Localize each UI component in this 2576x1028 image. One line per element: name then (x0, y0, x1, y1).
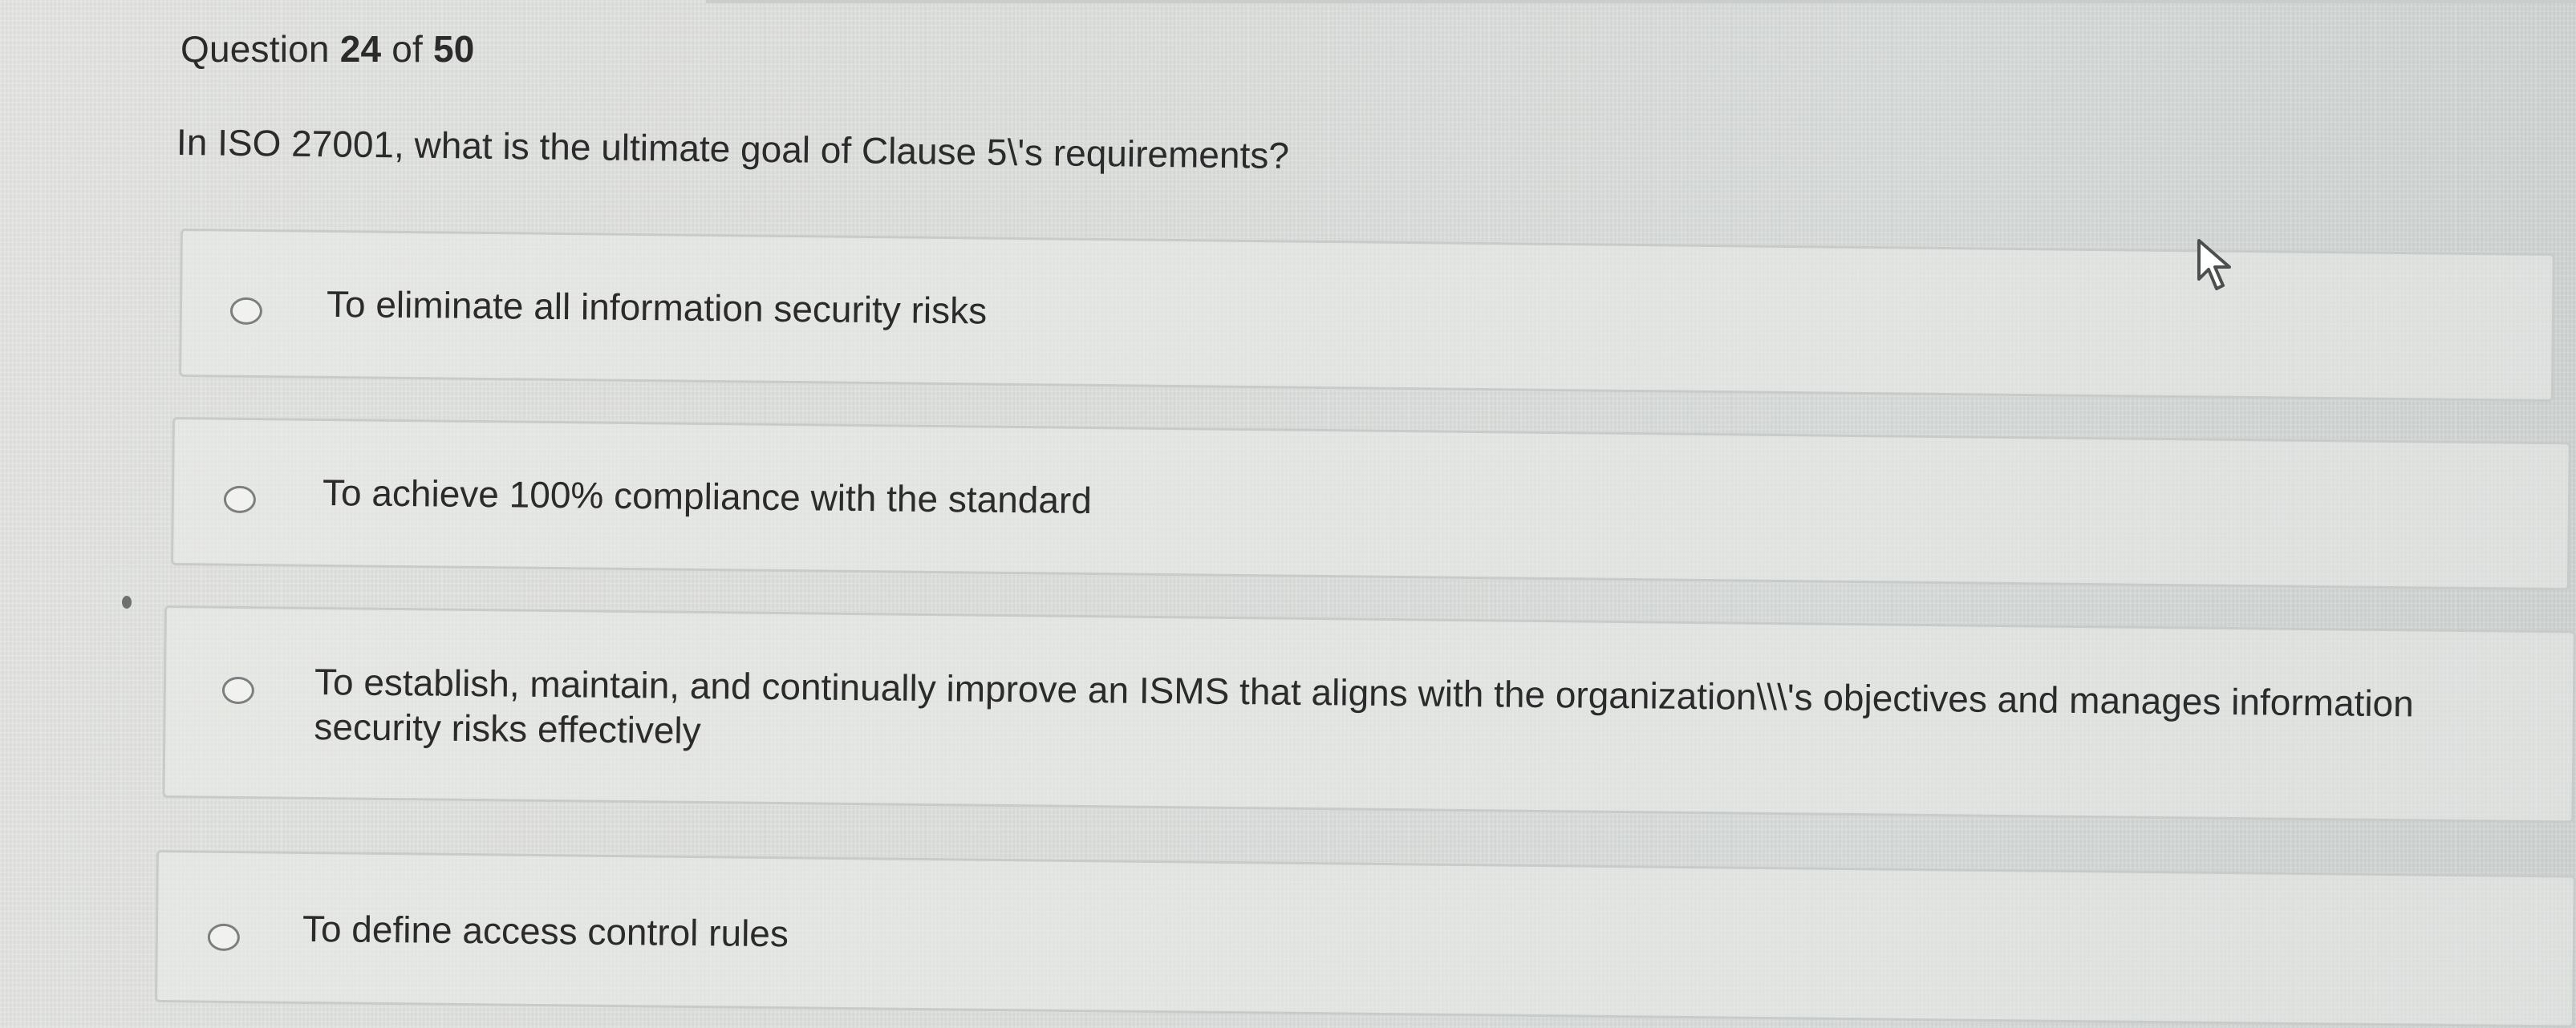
question-counter-separator: of (391, 28, 424, 70)
top-divider (706, 0, 2576, 3)
radio-button-4[interactable] (207, 923, 241, 952)
answer-option-3[interactable]: To establish, maintain, and continually … (162, 605, 2576, 824)
answer-option-4-label: To define access control rules (302, 907, 789, 955)
question-current-number: 24 (339, 28, 382, 70)
edge-marker (122, 596, 132, 609)
mouse-pointer-icon (2194, 237, 2241, 293)
answer-option-2[interactable]: To achieve 100% compliance with the stan… (171, 417, 2571, 591)
answer-option-4[interactable]: To define access control rules (155, 850, 2576, 1028)
radio-button-2[interactable] (223, 485, 257, 514)
radio-button-3[interactable] (221, 676, 255, 705)
radio-button-1[interactable] (229, 297, 263, 326)
answer-option-2-label: To achieve 100% compliance with the stan… (322, 471, 1093, 522)
question-total-number: 50 (433, 28, 475, 70)
question-counter-prefix: Question (181, 28, 330, 70)
question-text: In ISO 27001, what is the ultimate goal … (176, 121, 1290, 176)
answer-option-3-label: To establish, maintain, and continually … (314, 660, 2415, 752)
answer-option-1-label: To eliminate all information security ri… (326, 282, 988, 332)
question-counter: Question 24 of 50 (181, 27, 475, 71)
